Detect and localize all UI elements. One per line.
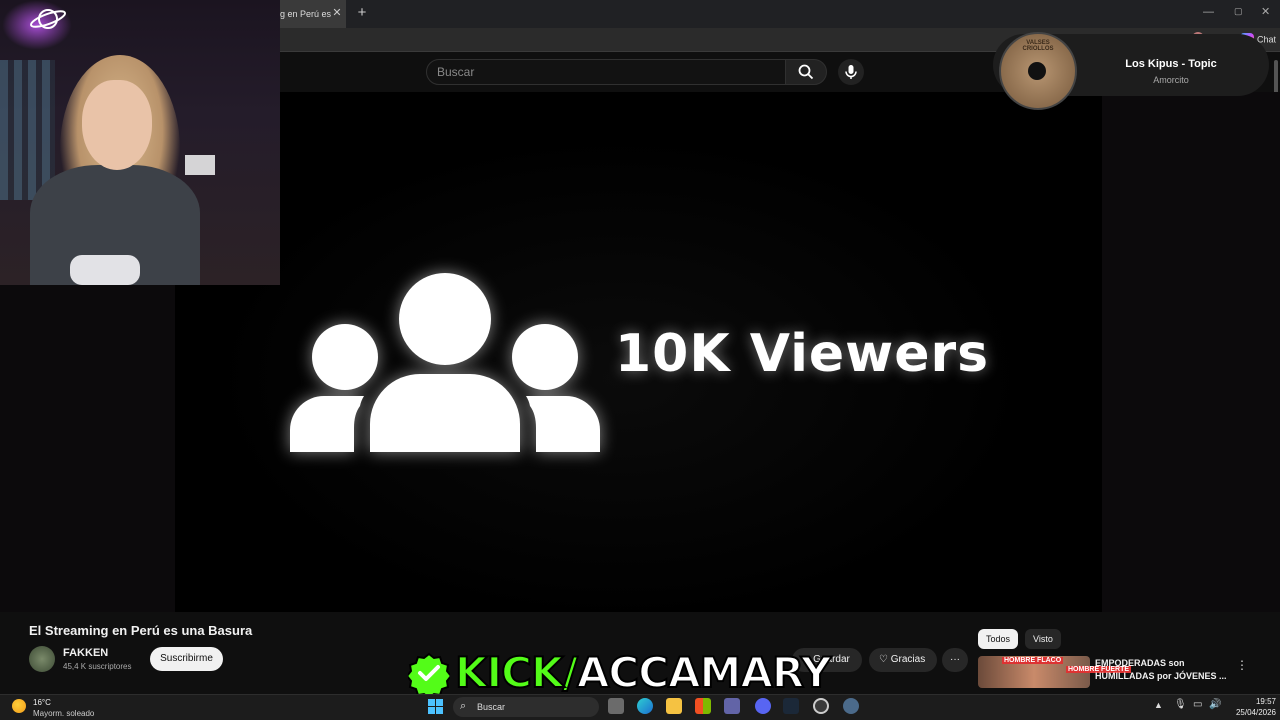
subscriber-count: 45,4 K suscriptores [63,662,132,671]
tab-close-icon[interactable]: ✕ [331,7,343,19]
discord-icon[interactable] [755,698,771,714]
left-panel [0,285,175,612]
search-icon [798,64,814,80]
taskbar-search[interactable]: Buscar [453,697,599,717]
webcam-streamer-hand [70,255,140,285]
people-icon [290,273,600,452]
tray-overflow-icon[interactable]: ▲ [1154,700,1163,710]
voice-search-button[interactable] [838,59,864,85]
webcam-overlay [0,0,280,285]
kick-handle-banner: KICK/ACCAMARY [454,647,832,698]
recommended-more-icon[interactable]: ⋮ [1236,658,1248,672]
window-maximize-button[interactable]: ▢ [1234,6,1243,17]
tab-title: g en Perú es [280,9,332,19]
subscribe-button[interactable]: Suscribirme [150,647,223,671]
task-view-icon[interactable] [608,698,624,714]
weather-temperature[interactable]: 16°C [33,698,51,707]
store-icon[interactable] [695,698,711,714]
verified-badge-icon [408,652,450,694]
viewers-overlay-text: 10K Viewers [615,324,990,384]
webcam-lamp [185,155,215,175]
recommended-title[interactable]: EMPODERADAS son HUMILLADAS por JÓVENES .… [1095,657,1235,683]
thanks-button[interactable]: ♡ Gracias [869,648,937,672]
weather-sun-icon[interactable] [12,699,26,713]
window-minimize-button[interactable]: — [1203,6,1214,18]
edge-browser-icon[interactable] [637,698,653,714]
taskbar-search-icon: ⌕ [460,700,467,712]
clock-date[interactable]: 25/04/2026 [1224,708,1276,717]
video-title: El Streaming en Perú es una Basura [29,623,253,638]
tray-network-icon[interactable]: ▭ [1193,699,1202,710]
microphone-icon [845,65,857,79]
clock-time[interactable]: 19:57 [1240,697,1276,706]
webcam-streamer-face [82,80,152,170]
more-actions-button[interactable]: ··· [942,648,968,672]
settings-gear-icon[interactable] [843,698,859,714]
file-explorer-icon[interactable] [666,698,682,714]
channel-avatar[interactable] [29,646,55,672]
webcam-shelf [0,60,55,200]
teams-icon[interactable] [724,698,740,714]
search-button[interactable] [785,59,827,85]
heart-dollar-icon: ♡ [879,654,891,665]
song-artist: Los Kipus - Topic [1125,58,1217,70]
video-player[interactable]: 10K Viewers [175,92,1102,612]
right-panel [1102,92,1280,612]
steam-icon[interactable] [783,698,799,714]
vinyl-center [1028,62,1046,80]
search-input[interactable]: Buscar [426,59,786,85]
tray-microphone-icon[interactable]: 🎙 [1174,699,1187,710]
weather-description[interactable]: Mayorm. soleado [33,709,94,718]
tray-volume-icon[interactable]: 🔊 [1209,699,1221,710]
new-tab-button[interactable]: + [354,5,370,21]
song-title: Amorcito [1153,75,1189,85]
album-label: VALSES CRIOLLOS [1022,40,1054,52]
windows-start-icon[interactable] [428,699,443,714]
window-close-button[interactable]: ✕ [1261,5,1270,18]
filter-chip-watched[interactable]: Visto [1025,629,1061,649]
obs-icon[interactable] [813,698,829,714]
filter-chip-all[interactable]: Todos [978,629,1019,649]
channel-name[interactable]: FAKKEN [63,647,108,659]
planet-logo-icon [29,9,67,29]
thumbnail-label-a: HOMBRE FLACO [1002,657,1064,664]
browser-tab-bar [280,0,1280,28]
